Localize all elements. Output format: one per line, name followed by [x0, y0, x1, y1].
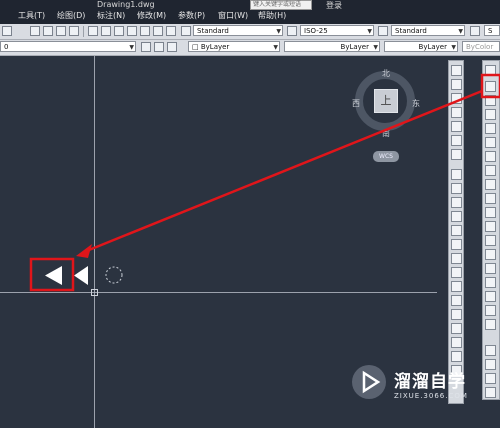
overlay-graphics [29, 73, 500, 399]
watermark-logo [352, 365, 386, 399]
cursor-circle [105, 266, 123, 284]
arrow-object-left[interactable] [45, 266, 62, 285]
annotation-arrowhead [76, 244, 92, 258]
watermark-text: 溜溜自学 [394, 372, 466, 392]
arrow-object-right[interactable] [74, 266, 88, 285]
watermark-url: ZIXUE.3066.COM [394, 392, 468, 400]
annotation-arrow-line [83, 89, 483, 254]
highlight-box-tool [480, 73, 500, 99]
